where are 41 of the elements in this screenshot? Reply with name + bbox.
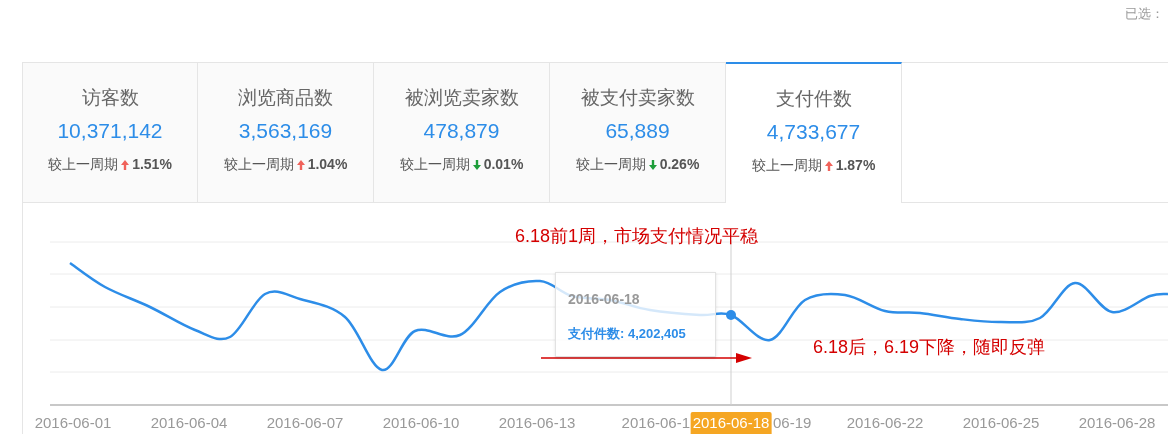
compare-label: 较上一周期 [751,156,822,175]
metric-tab[interactable]: 支付件数 4,733,677 较上一周期 1.87% [726,62,902,203]
compare-label: 较上一周期 [48,155,119,174]
metric-title: 浏览商品数 [238,86,333,110]
x-tick-label: 2016-06-1 [621,413,690,433]
x-tick-label: 2016-06-22 [846,413,924,433]
tooltip-value: 支付件数: 4,202,405 [568,325,687,343]
change-percent: 0.01% [483,155,524,174]
x-tick-label: 2016-06-04 [150,413,228,433]
compare-label: 较上一周期 [575,155,646,174]
metric-tab[interactable]: 浏览商品数 3,563,169 较上一周期 1.04% [198,63,374,203]
x-tick-label: 2016-06-01 [34,413,112,433]
metric-value: 4,733,677 [766,119,861,145]
metric-title: 被浏览卖家数 [404,86,519,110]
metric-tab[interactable]: 被浏览卖家数 478,879 较上一周期 0.01% [374,63,550,203]
tooltip-date: 2016-06-18 [568,290,641,309]
selected-label: 已选： [1125,5,1164,23]
annotation-text: 6.18前1周，市场支付情况平稳 [515,225,759,248]
x-tick-label: 2016-06-25 [962,413,1040,433]
metric-tab[interactable]: 被支付卖家数 65,889 较上一周期 0.26% [550,63,726,203]
annotation-text: 6.18后，6.19下降，随即反弹 [813,336,1046,359]
data-point [726,310,736,320]
x-tick-label: 06-19 [773,413,812,433]
metric-value: 3,563,169 [238,118,333,144]
x-tick-label: 2016-06-13 [498,413,576,433]
change-percent: 1.51% [132,155,172,174]
metric-value: 10,371,142 [57,118,163,144]
x-tick-label: 2016-06-10 [382,413,460,433]
change-percent: 0.26% [659,155,700,174]
metric-title: 支付件数 [775,87,852,111]
metric-value: 65,889 [605,118,670,144]
x-tick-label: 2016-06-07 [266,413,344,433]
compare-label: 较上一周期 [223,155,294,174]
metric-title: 访客数 [81,86,139,110]
metric-value: 478,879 [423,118,500,144]
change-percent: 1.04% [307,155,348,174]
x-tick-label: 2016-06-28 [1078,413,1156,433]
change-percent: 1.87% [835,156,876,175]
metric-title: 被支付卖家数 [580,86,695,110]
compare-label: 较上一周期 [399,155,470,174]
metric-tab[interactable]: 访客数 10,371,142 较上一周期 1.51% [22,63,198,203]
